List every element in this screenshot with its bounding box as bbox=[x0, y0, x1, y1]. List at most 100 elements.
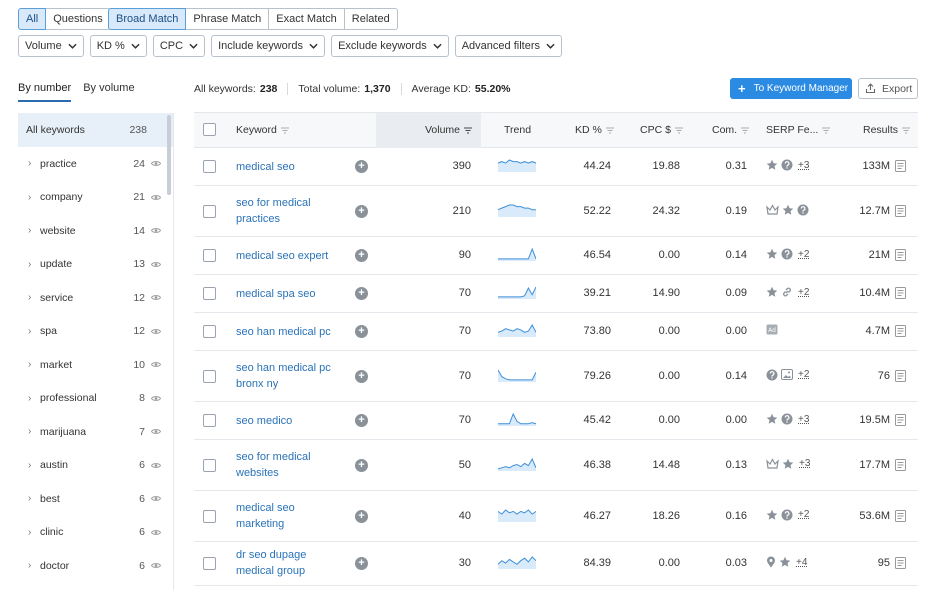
serp-document-icon[interactable] bbox=[895, 287, 906, 299]
keyword-link[interactable]: medical seo expert bbox=[236, 248, 346, 264]
sidebar-item-marijuana[interactable]: › marijuana 7 bbox=[18, 415, 173, 449]
serp-document-icon[interactable] bbox=[895, 325, 906, 337]
column-competition[interactable]: Com. bbox=[712, 124, 750, 136]
add-to-list-icon[interactable]: + bbox=[355, 204, 368, 218]
sidebar-item-clinic[interactable]: › clinic 6 bbox=[18, 516, 173, 550]
chevron-right-icon[interactable]: › bbox=[28, 192, 40, 203]
eye-icon[interactable] bbox=[151, 227, 161, 234]
serp-more-link[interactable]: +3 bbox=[799, 458, 810, 469]
export-button[interactable]: Export bbox=[858, 78, 918, 99]
chevron-right-icon[interactable]: › bbox=[28, 393, 40, 404]
serp-more-link[interactable]: +3 bbox=[798, 414, 809, 425]
add-to-list-icon[interactable]: + bbox=[355, 509, 368, 523]
tab-exact-match[interactable]: Exact Match bbox=[269, 8, 345, 30]
kd-filter[interactable]: KD % bbox=[89, 35, 147, 57]
serp-document-icon[interactable] bbox=[895, 458, 906, 471]
sidebar-scrollbar[interactable] bbox=[167, 115, 171, 195]
serp-more-link[interactable]: +3 bbox=[798, 160, 809, 171]
column-serp-features[interactable]: SERP Fe... bbox=[766, 124, 831, 136]
chevron-right-icon[interactable]: › bbox=[28, 359, 40, 370]
eye-icon[interactable] bbox=[151, 361, 161, 368]
column-keyword[interactable]: Keyword bbox=[236, 124, 289, 136]
tab-questions[interactable]: Questions bbox=[46, 8, 111, 30]
to-keyword-manager-button[interactable]: + To Keyword Manager bbox=[730, 78, 852, 99]
serp-document-icon[interactable] bbox=[895, 557, 906, 569]
eye-icon[interactable] bbox=[151, 328, 161, 335]
tab-broad-match[interactable]: Broad Match bbox=[108, 8, 187, 30]
sidebar-item-practice[interactable]: › practice 24 bbox=[18, 147, 173, 181]
serp-document-icon[interactable] bbox=[895, 414, 906, 426]
tab-all[interactable]: All bbox=[18, 8, 47, 30]
chevron-right-icon[interactable]: › bbox=[28, 560, 40, 571]
add-to-list-icon[interactable]: + bbox=[355, 414, 368, 427]
add-to-list-icon[interactable]: + bbox=[355, 557, 368, 570]
add-to-list-icon[interactable]: + bbox=[355, 325, 368, 338]
serp-document-icon[interactable] bbox=[895, 249, 906, 261]
include-keywords-filter[interactable]: Include keywords bbox=[211, 35, 326, 57]
serp-more-link[interactable]: +4 bbox=[796, 557, 807, 568]
keyword-link[interactable]: seo han medical pc bronx ny bbox=[236, 360, 346, 392]
chevron-right-icon[interactable]: › bbox=[28, 292, 40, 303]
sidebar-item-austin[interactable]: › austin 6 bbox=[18, 449, 173, 483]
eye-icon[interactable] bbox=[151, 562, 161, 569]
cpc-filter[interactable]: CPC bbox=[152, 35, 206, 57]
row-checkbox[interactable] bbox=[203, 458, 216, 472]
eye-icon[interactable] bbox=[151, 495, 161, 502]
serp-more-link[interactable]: +2 bbox=[798, 249, 809, 260]
keyword-link[interactable]: medical seo marketing bbox=[236, 500, 346, 532]
chevron-right-icon[interactable]: › bbox=[28, 326, 40, 337]
eye-icon[interactable] bbox=[151, 428, 161, 435]
eye-icon[interactable] bbox=[151, 462, 161, 469]
add-to-list-icon[interactable]: + bbox=[355, 249, 368, 262]
sidebar-item-best[interactable]: › best 6 bbox=[18, 482, 173, 516]
exclude-keywords-filter[interactable]: Exclude keywords bbox=[331, 35, 449, 57]
row-checkbox[interactable] bbox=[203, 414, 216, 427]
keyword-link[interactable]: medical spa seo bbox=[236, 286, 346, 302]
row-checkbox[interactable] bbox=[203, 249, 216, 262]
keyword-link[interactable]: seo for medical practices bbox=[236, 195, 346, 227]
chevron-right-icon[interactable]: › bbox=[28, 158, 40, 169]
chevron-right-icon[interactable]: › bbox=[28, 259, 40, 270]
eye-icon[interactable] bbox=[151, 529, 161, 536]
serp-document-icon[interactable] bbox=[895, 204, 906, 217]
keyword-link[interactable]: seo medico bbox=[236, 413, 346, 429]
serp-more-link[interactable]: +2 bbox=[798, 369, 809, 380]
sidebar-item-website[interactable]: › website 14 bbox=[18, 214, 173, 248]
row-checkbox[interactable] bbox=[203, 369, 216, 383]
chevron-right-icon[interactable]: › bbox=[28, 426, 40, 437]
serp-document-icon[interactable] bbox=[895, 369, 906, 382]
add-to-list-icon[interactable]: + bbox=[355, 369, 368, 383]
eye-icon[interactable] bbox=[151, 194, 161, 201]
chevron-right-icon[interactable]: › bbox=[28, 460, 40, 471]
chevron-right-icon[interactable]: › bbox=[28, 493, 40, 504]
chevron-right-icon[interactable]: › bbox=[28, 527, 40, 538]
row-checkbox[interactable] bbox=[203, 509, 216, 523]
eye-icon[interactable] bbox=[151, 395, 161, 402]
keyword-link[interactable]: seo han medical pc bbox=[236, 324, 346, 340]
add-to-list-icon[interactable]: + bbox=[355, 287, 368, 300]
column-cpc[interactable]: CPC $ bbox=[640, 124, 683, 136]
serp-document-icon[interactable] bbox=[895, 509, 906, 522]
eye-icon[interactable] bbox=[151, 261, 161, 268]
eye-icon[interactable] bbox=[151, 160, 161, 167]
sidebar-item-doctor[interactable]: › doctor 6 bbox=[18, 549, 173, 583]
serp-document-icon[interactable] bbox=[895, 160, 906, 172]
column-volume[interactable]: Volume bbox=[425, 124, 473, 136]
eye-icon[interactable] bbox=[151, 294, 161, 301]
tab-related[interactable]: Related bbox=[344, 8, 398, 30]
add-to-list-icon[interactable]: + bbox=[355, 160, 368, 173]
sidebar-item-professional[interactable]: › professional 8 bbox=[18, 382, 173, 416]
chevron-right-icon[interactable]: › bbox=[28, 225, 40, 236]
row-checkbox[interactable] bbox=[203, 325, 216, 338]
serp-more-link[interactable]: +2 bbox=[798, 509, 809, 520]
column-results[interactable]: Results bbox=[863, 124, 911, 136]
row-checkbox[interactable] bbox=[203, 160, 216, 173]
serp-more-link[interactable]: +2 bbox=[798, 287, 809, 298]
add-to-list-icon[interactable]: + bbox=[355, 458, 368, 472]
keyword-link[interactable]: medical seo bbox=[236, 159, 346, 175]
tab-by-volume[interactable]: By volume bbox=[83, 82, 134, 102]
select-all-checkbox[interactable] bbox=[203, 123, 216, 136]
sidebar-item-market[interactable]: › market 10 bbox=[18, 348, 173, 382]
row-checkbox[interactable] bbox=[203, 557, 216, 570]
column-kd[interactable]: KD % bbox=[575, 124, 614, 136]
